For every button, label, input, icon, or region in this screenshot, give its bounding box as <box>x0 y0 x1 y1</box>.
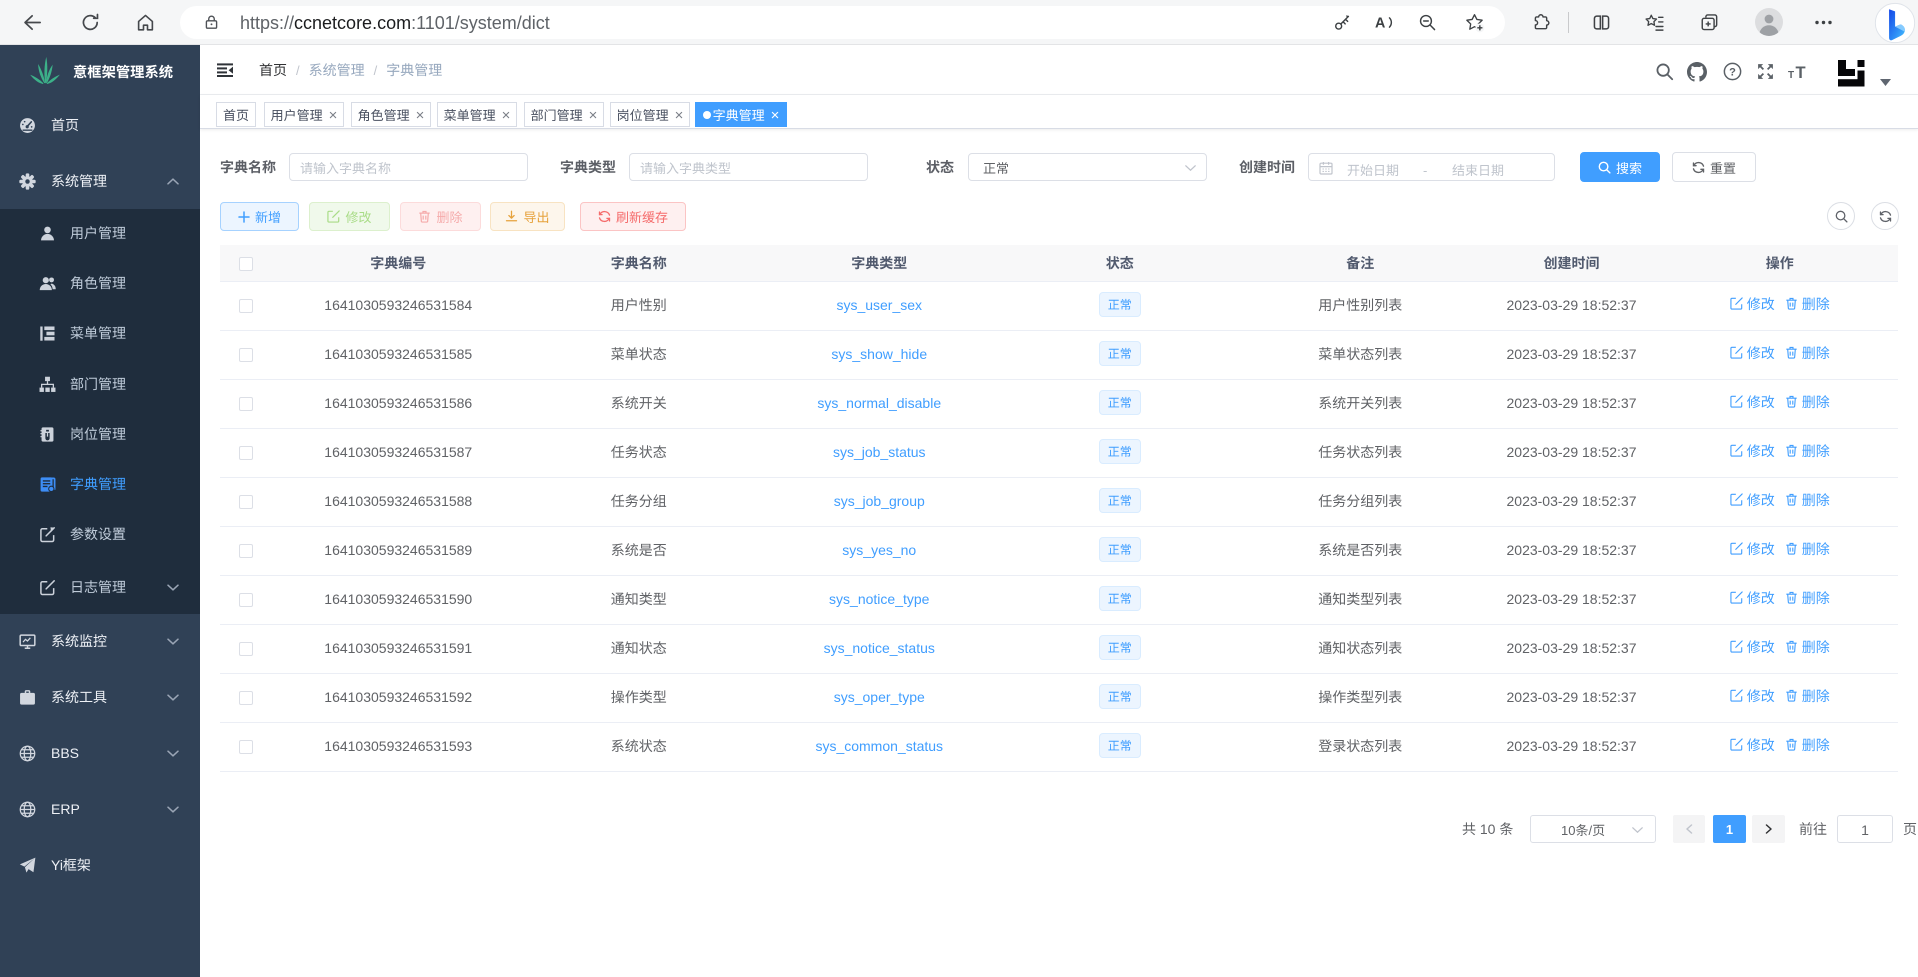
svg-text:T: T <box>1796 64 1806 82</box>
svg-text:?: ? <box>1729 67 1736 79</box>
svg-text:T: T <box>1788 70 1794 81</box>
svg-text:A: A <box>1375 15 1385 31</box>
